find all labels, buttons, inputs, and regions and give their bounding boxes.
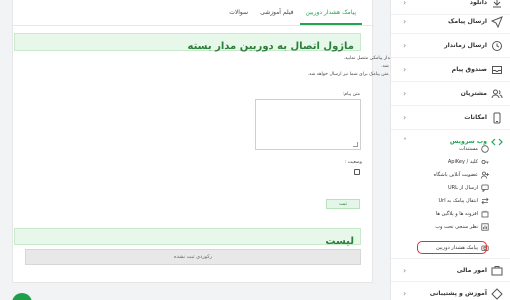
status-checkbox[interactable] [354,169,360,175]
page-title: ماژول اتصال به دوربین مدار بسته [187,41,354,52]
list-title: لیست [325,236,354,247]
sidebar-item-support[interactable]: آموزش و پشتیبانی ‹ [391,282,510,300]
sidebar-item-label: آموزش و پشتیبانی [429,290,487,297]
send-icon [491,16,503,28]
message-label: متن پیام: [342,92,360,97]
sidebar-subitem-label: نظر سنجی تحت وب [435,224,478,230]
chat-icon [481,184,489,192]
sidebar-subitem-apikey[interactable]: کلید / ApiKey [391,156,510,168]
poll-icon [481,223,489,231]
finance-icon [491,266,503,276]
tab-tutorial-video[interactable]: فیلم آموزشی [254,0,299,25]
empty-records-message: رکوردی ثبت نشده [25,249,361,265]
status-label: وضعیت : [344,160,362,165]
sidebar-item-label: صندوق پیام [451,66,487,73]
sidebar-subitem-label: افزونه ها و پلاگین ها [435,211,478,217]
user-plus-icon [481,171,489,179]
sidebar-item-features[interactable]: امکانات ‹ [391,106,510,130]
sidebar-subitem-club-signup[interactable]: عضویت آنلاین باشگاه [391,169,510,181]
sidebar-subitem-web-poll[interactable]: نظر سنجی تحت وب [391,221,510,233]
chevron-left-icon: ‹ [403,41,407,50]
sidebar-subitem-plugins[interactable]: افزونه ها و پلاگین ها [391,208,510,220]
chevron-left-icon: ‹ [403,65,407,74]
sidebar-item-inbox[interactable]: صندوق پیام ‹ [391,58,510,82]
chevron-left-icon: ‹ [403,89,407,98]
tab-bar: پیامک هشدار دوربین فیلم آموزشی سوالات [13,0,374,26]
page-title-box: ماژول اتصال به دوربین مدار بسته [14,33,361,52]
highlight-box [417,241,487,254]
sidebar-item-label: مشتریان [460,90,487,97]
sidebar-subitem-sms-to-url[interactable]: انتقال پیامک به Url [391,195,510,207]
sidebar-subitem-docs[interactable]: مستندات [391,143,510,155]
chevron-left-icon: ‹ [403,289,407,298]
chevron-left-icon: ‹ [403,17,407,26]
sidebar-subitem-send-url[interactable]: ارسال از URL [391,182,510,194]
sidebar-item-finance[interactable]: امور مالی ‹ [391,258,510,282]
sidebar-item-label: امکانات [464,114,487,121]
submit-button[interactable]: ثبت [326,199,360,209]
chevron-left-icon: ‹ [403,113,407,122]
support-icon [491,288,503,300]
inbox-icon [492,66,502,74]
github-icon [481,145,489,153]
plugin-icon [481,210,489,218]
resize-grip-icon[interactable] [353,142,358,147]
download-icon [493,0,501,8]
chevron-left-icon: ‹ [403,266,407,275]
clock-icon [492,41,502,51]
phone-icon [493,112,501,124]
sidebar-item-label: امور مالی [456,267,487,274]
tab-faq[interactable]: سوالات [223,0,254,25]
sidebar-item-send-sms[interactable]: ارسال پیامک ‹ [391,10,510,34]
list-title-box: لیست [14,228,361,247]
sidebar-subitem-label: عضویت آنلاین باشگاه [433,172,478,178]
users-icon [491,89,503,99]
sidebar-subitem-label: انتقال پیامک به Url [438,198,478,204]
sidebar: دانلود ‹ ارسال پیامک ‹ ارسال زماندار ‹ ص… [390,0,510,300]
sidebar-item-label: ارسال پیامک [448,18,487,25]
transfer-icon [481,197,489,205]
chat-fab-button[interactable] [12,293,32,300]
tab-camera-alert-sms[interactable]: پیامک هشدار دوربین [299,0,362,25]
sidebar-subitem-label: مستندات [459,146,478,152]
sidebar-item-scheduled[interactable]: ارسال زماندار ‹ [391,34,510,58]
sidebar-subitem-label: کلید / ApiKey [447,159,478,165]
message-textarea[interactable] [255,99,361,150]
sidebar-item-label: ارسال زماندار [444,42,487,49]
sidebar-subitem-label: ارسال از URL [447,185,478,191]
key-icon [481,160,489,165]
sidebar-item-customers[interactable]: مشتریان ‹ [391,82,510,106]
